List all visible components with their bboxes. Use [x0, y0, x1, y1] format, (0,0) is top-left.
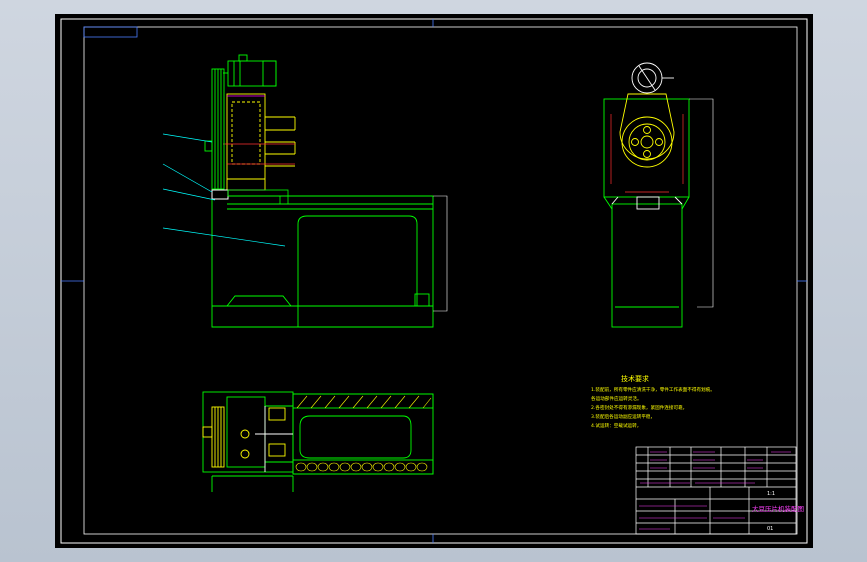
feed-hopper [211, 189, 229, 200]
gear-housing [226, 93, 296, 191]
top-frame [202, 391, 434, 492]
code-box [83, 26, 138, 38]
notes-line: 2.各密封处不得有渗漏现象，紧固件连接可靠， [591, 404, 687, 411]
notes-line: 4.试运转：空载试运转， [591, 422, 641, 429]
top-chain [295, 462, 428, 472]
sheet-number: 01 [767, 526, 773, 532]
front-view [162, 54, 448, 328]
notes-line: 1.装配前，所有零件应清洗干净，零件工作表面不得有划痕。 [591, 386, 715, 393]
sheet-frame [60, 18, 808, 544]
side-motor [631, 62, 674, 94]
centering-marks [61, 19, 807, 543]
base-frame [211, 195, 434, 328]
motor [223, 54, 277, 87]
top-rail-hatch [296, 395, 432, 409]
cad-viewport[interactable]: 技术要求 1.装配前，所有零件应清洗干净，零件工作表面不得有划痕。 各运动部件应… [55, 14, 813, 548]
drawing-border [83, 26, 798, 535]
top-view [202, 391, 434, 492]
notes-line: 3.装配后各运动副应运转平稳， [591, 413, 655, 420]
drawing-canvas: 技术要求 1.装配前，所有零件应清洗干净，零件工作表面不得有划痕。 各运动部件应… [60, 18, 808, 544]
technical-notes: 技术要求 1.装配前，所有零件应清洗干净，零件工作表面不得有划痕。 各运动部件应… [591, 374, 715, 429]
drawing-scale: 1:1 [767, 491, 775, 497]
belt-guard-lines [227, 95, 265, 191]
drawing-title: 大豆压片机装配图 [752, 504, 804, 513]
notes-line: 各运动部件应运转灵活。 [591, 395, 642, 402]
belt-pulley [204, 68, 225, 190]
side-view [603, 62, 714, 328]
notes-heading: 技术要求 [621, 374, 649, 383]
side-belt-guard [619, 93, 675, 168]
